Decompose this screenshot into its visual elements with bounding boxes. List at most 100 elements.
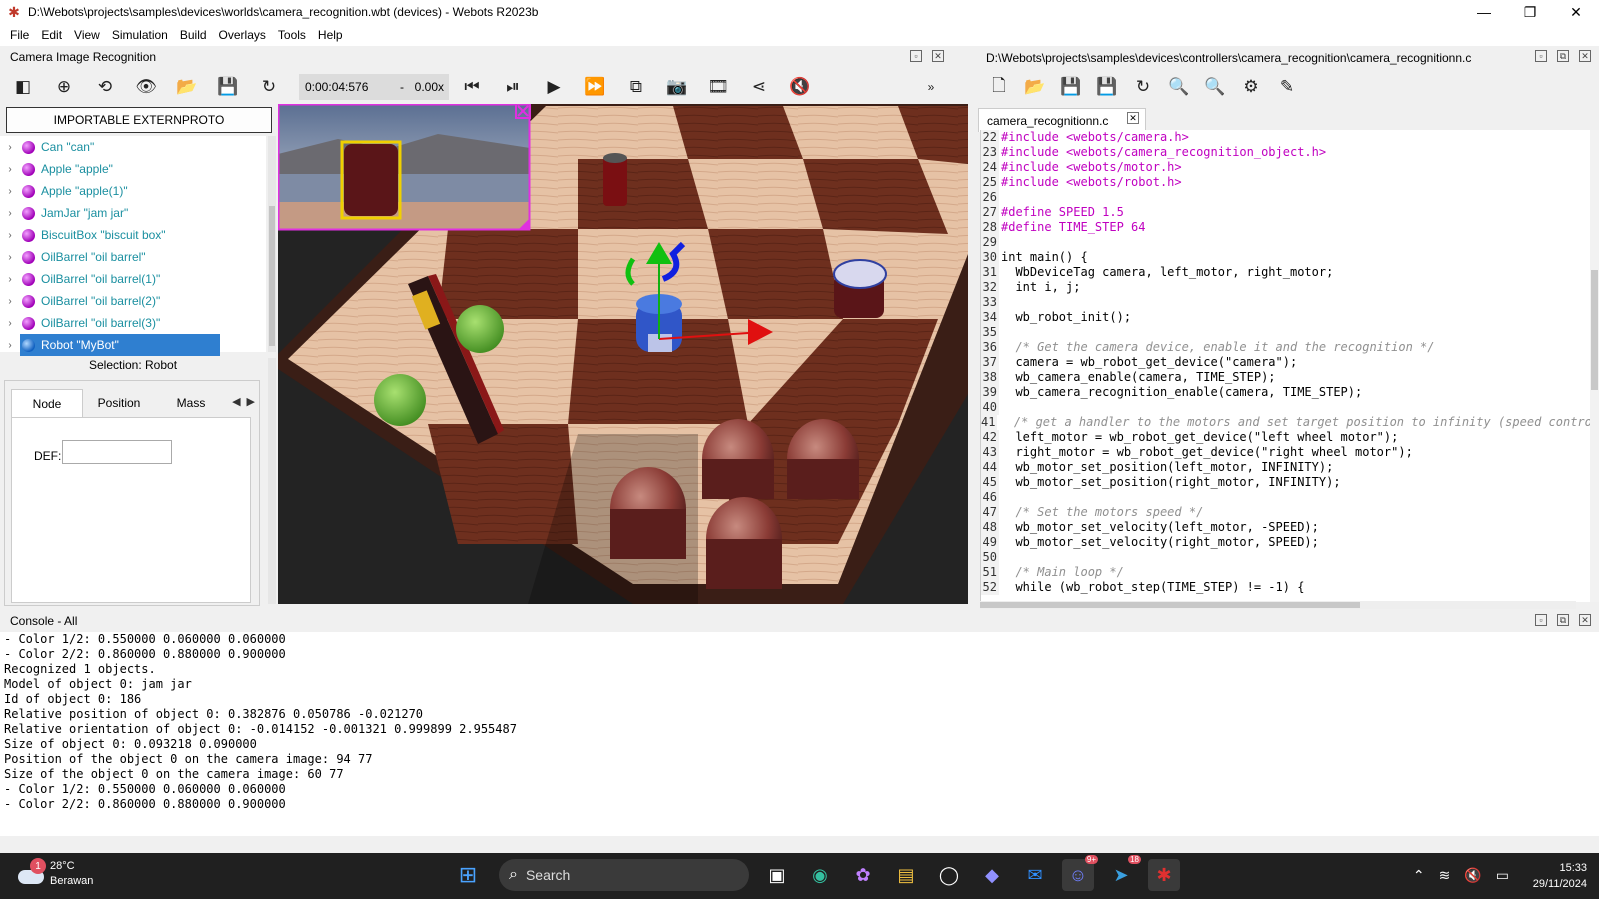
replace-icon[interactable]: 🔍 <box>1204 76 1226 98</box>
telegram-icon[interactable]: ➤ 18 <box>1105 855 1141 891</box>
menu-build[interactable]: Build <box>174 28 213 42</box>
task-view-icon[interactable]: ▣ <box>761 859 793 891</box>
outlook-icon[interactable]: ✉ <box>1019 859 1051 891</box>
tree-item-oil-barrel-1[interactable]: › OilBarrel "oil barrel(1)" <box>0 268 266 290</box>
chevron-up-icon[interactable]: ⌃ <box>1413 867 1425 884</box>
def-input[interactable] <box>62 440 172 464</box>
close-tab-icon[interactable]: ✕ <box>1127 112 1139 124</box>
tab-scroll-right-icon[interactable]: ▶ <box>247 395 255 408</box>
save-file-icon[interactable]: 💾 <box>1060 76 1082 98</box>
more-tools-icon[interactable]: » <box>920 76 942 98</box>
tab-mass[interactable]: Mass <box>155 389 227 417</box>
tab-scroll-left-icon[interactable]: ◀ <box>232 395 240 408</box>
console-output[interactable]: - Color 1/2: 0.550000 0.060000 0.060000-… <box>0 632 1599 836</box>
line-number: 22 <box>981 130 999 145</box>
chevron-right-icon[interactable]: › <box>0 142 20 153</box>
chevron-right-icon[interactable]: › <box>0 296 20 307</box>
reset-viewpoint-icon[interactable]: ⟲ <box>94 76 116 98</box>
importable-externproto-button[interactable]: IMPORTABLE EXTERNPROTO <box>6 107 272 133</box>
menu-file[interactable]: File <box>4 28 35 42</box>
close-icon[interactable]: ✕ <box>1553 0 1599 24</box>
view-eye-icon[interactable]: 👁 <box>135 76 157 98</box>
file-explorer-icon[interactable]: ▤ <box>890 859 922 891</box>
step-icon[interactable]: ⏯ <box>502 76 524 98</box>
build-settings-icon[interactable]: ⚙ <box>1240 76 1262 98</box>
taskbar-search[interactable]: ⌕ Search <box>499 859 749 891</box>
tree-item-oil-barrel-3[interactable]: › OilBarrel "oil barrel(3)" <box>0 312 266 334</box>
start-icon[interactable]: ⊞ <box>452 859 484 891</box>
chevron-right-icon[interactable]: › <box>0 340 20 351</box>
minimize-icon[interactable]: — <box>1461 0 1507 24</box>
record-movie-icon[interactable]: 🎞 <box>707 76 729 98</box>
save-all-icon[interactable]: 💾 <box>1096 76 1118 98</box>
tree-item-robot[interactable]: › Robot "MyBot" <box>0 334 266 356</box>
chevron-right-icon[interactable]: › <box>0 230 20 241</box>
find-icon[interactable]: 🔍 <box>1168 76 1190 98</box>
maximize-panel-icon[interactable]: ⧉ <box>1557 614 1569 626</box>
new-file-icon[interactable]: 🗋 <box>988 76 1010 98</box>
fast-forward-icon[interactable]: ⏩ <box>584 76 606 98</box>
discord-icon[interactable]: ☺ 9+ <box>1062 855 1098 891</box>
code-vertical-scrollbar[interactable] <box>1590 130 1599 602</box>
float-panel-icon[interactable]: ▫ <box>1535 614 1547 626</box>
menu-view[interactable]: View <box>68 28 106 42</box>
open-world-icon[interactable]: 📂 <box>176 76 198 98</box>
chevron-right-icon[interactable]: › <box>0 318 20 329</box>
3d-view-icon[interactable]: ⧉ <box>625 76 647 98</box>
weather-widget[interactable]: 1 28°C Berawan <box>16 858 93 889</box>
menu-help[interactable]: Help <box>312 28 349 42</box>
reset-simulation-icon[interactable]: ⏮ <box>461 76 483 98</box>
menu-overlays[interactable]: Overlays <box>213 28 272 42</box>
chrome-icon[interactable]: ◉ <box>804 859 836 891</box>
tree-scrollbar[interactable] <box>268 136 276 352</box>
code-horizontal-scrollbar[interactable] <box>980 601 1576 609</box>
chevron-right-icon[interactable]: › <box>0 186 20 197</box>
save-world-icon[interactable]: 💾 <box>217 76 239 98</box>
tree-item-apple[interactable]: › Apple "apple" <box>0 158 266 180</box>
code-editor[interactable]: 22 #include <webots/camera.h> 23 #include <… <box>980 130 1599 602</box>
reload-world-icon[interactable]: ↻ <box>258 76 280 98</box>
chevron-right-icon[interactable]: › <box>0 208 20 219</box>
play-icon[interactable]: ▶ <box>543 76 565 98</box>
maximize-icon[interactable]: ❐ <box>1507 0 1553 24</box>
chevron-right-icon[interactable]: › <box>0 274 20 285</box>
float-panel-icon[interactable]: ▫ <box>910 50 922 62</box>
webots-icon[interactable]: ✱ <box>1148 859 1180 891</box>
mute-sound-icon[interactable]: 🔇 <box>789 76 811 98</box>
screenshot-icon[interactable]: 📷 <box>666 76 688 98</box>
float-panel-icon[interactable]: ▫ <box>1535 50 1547 62</box>
tree-item-apple-1[interactable]: › Apple "apple(1)" <box>0 180 266 202</box>
tree-item-oil-barrel-2[interactable]: › OilBarrel "oil barrel(2)" <box>0 290 266 312</box>
tab-node[interactable]: Node <box>11 389 83 417</box>
tree-item-jam-jar[interactable]: › JamJar "jam jar" <box>0 202 266 224</box>
add-node-icon[interactable]: ⊕ <box>53 76 75 98</box>
tree-item-oil-barrel[interactable]: › OilBarrel "oil barrel" <box>0 246 266 268</box>
tab-position[interactable]: Position <box>83 389 155 417</box>
toggle-scene-tree-icon[interactable]: ◧ <box>12 76 34 98</box>
chevron-right-icon[interactable]: › <box>0 164 20 175</box>
revert-file-icon[interactable]: ↻ <box>1132 76 1154 98</box>
share-icon[interactable]: ⋖ <box>748 76 770 98</box>
tree-item-biscuit-box[interactable]: › BiscuitBox "biscuit box" <box>0 224 266 246</box>
app-icon[interactable]: ◆ <box>976 859 1008 891</box>
menu-tools[interactable]: Tools <box>272 28 312 42</box>
close-panel-icon[interactable]: ✕ <box>1579 50 1591 62</box>
battery-icon[interactable]: ▭ <box>1496 867 1509 884</box>
menu-simulation[interactable]: Simulation <box>106 28 174 42</box>
open-file-icon[interactable]: 📂 <box>1024 76 1046 98</box>
clock[interactable]: 15:33 29/11/2024 <box>1533 860 1587 892</box>
copilot-icon[interactable]: ✿ <box>847 859 879 891</box>
close-panel-icon[interactable]: ✕ <box>1579 614 1591 626</box>
wifi-icon[interactable]: ≋ <box>1439 867 1451 884</box>
close-panel-icon[interactable]: ✕ <box>932 50 944 62</box>
tree-item-can[interactable]: › Can "can" <box>0 136 266 158</box>
menu-edit[interactable]: Edit <box>35 28 68 42</box>
volume-muted-icon[interactable]: 🔇 <box>1464 867 1481 884</box>
maximize-panel-icon[interactable]: ⧉ <box>1557 50 1569 62</box>
field-editor-scrollbar[interactable] <box>268 358 276 604</box>
3d-viewport[interactable] <box>278 104 968 604</box>
build-icon[interactable]: ✎ <box>1276 76 1298 98</box>
dell-icon[interactable]: ◯ <box>933 859 965 891</box>
editor-tab[interactable]: camera_recognitionn.c ✕ <box>978 108 1146 132</box>
chevron-right-icon[interactable]: › <box>0 252 20 263</box>
